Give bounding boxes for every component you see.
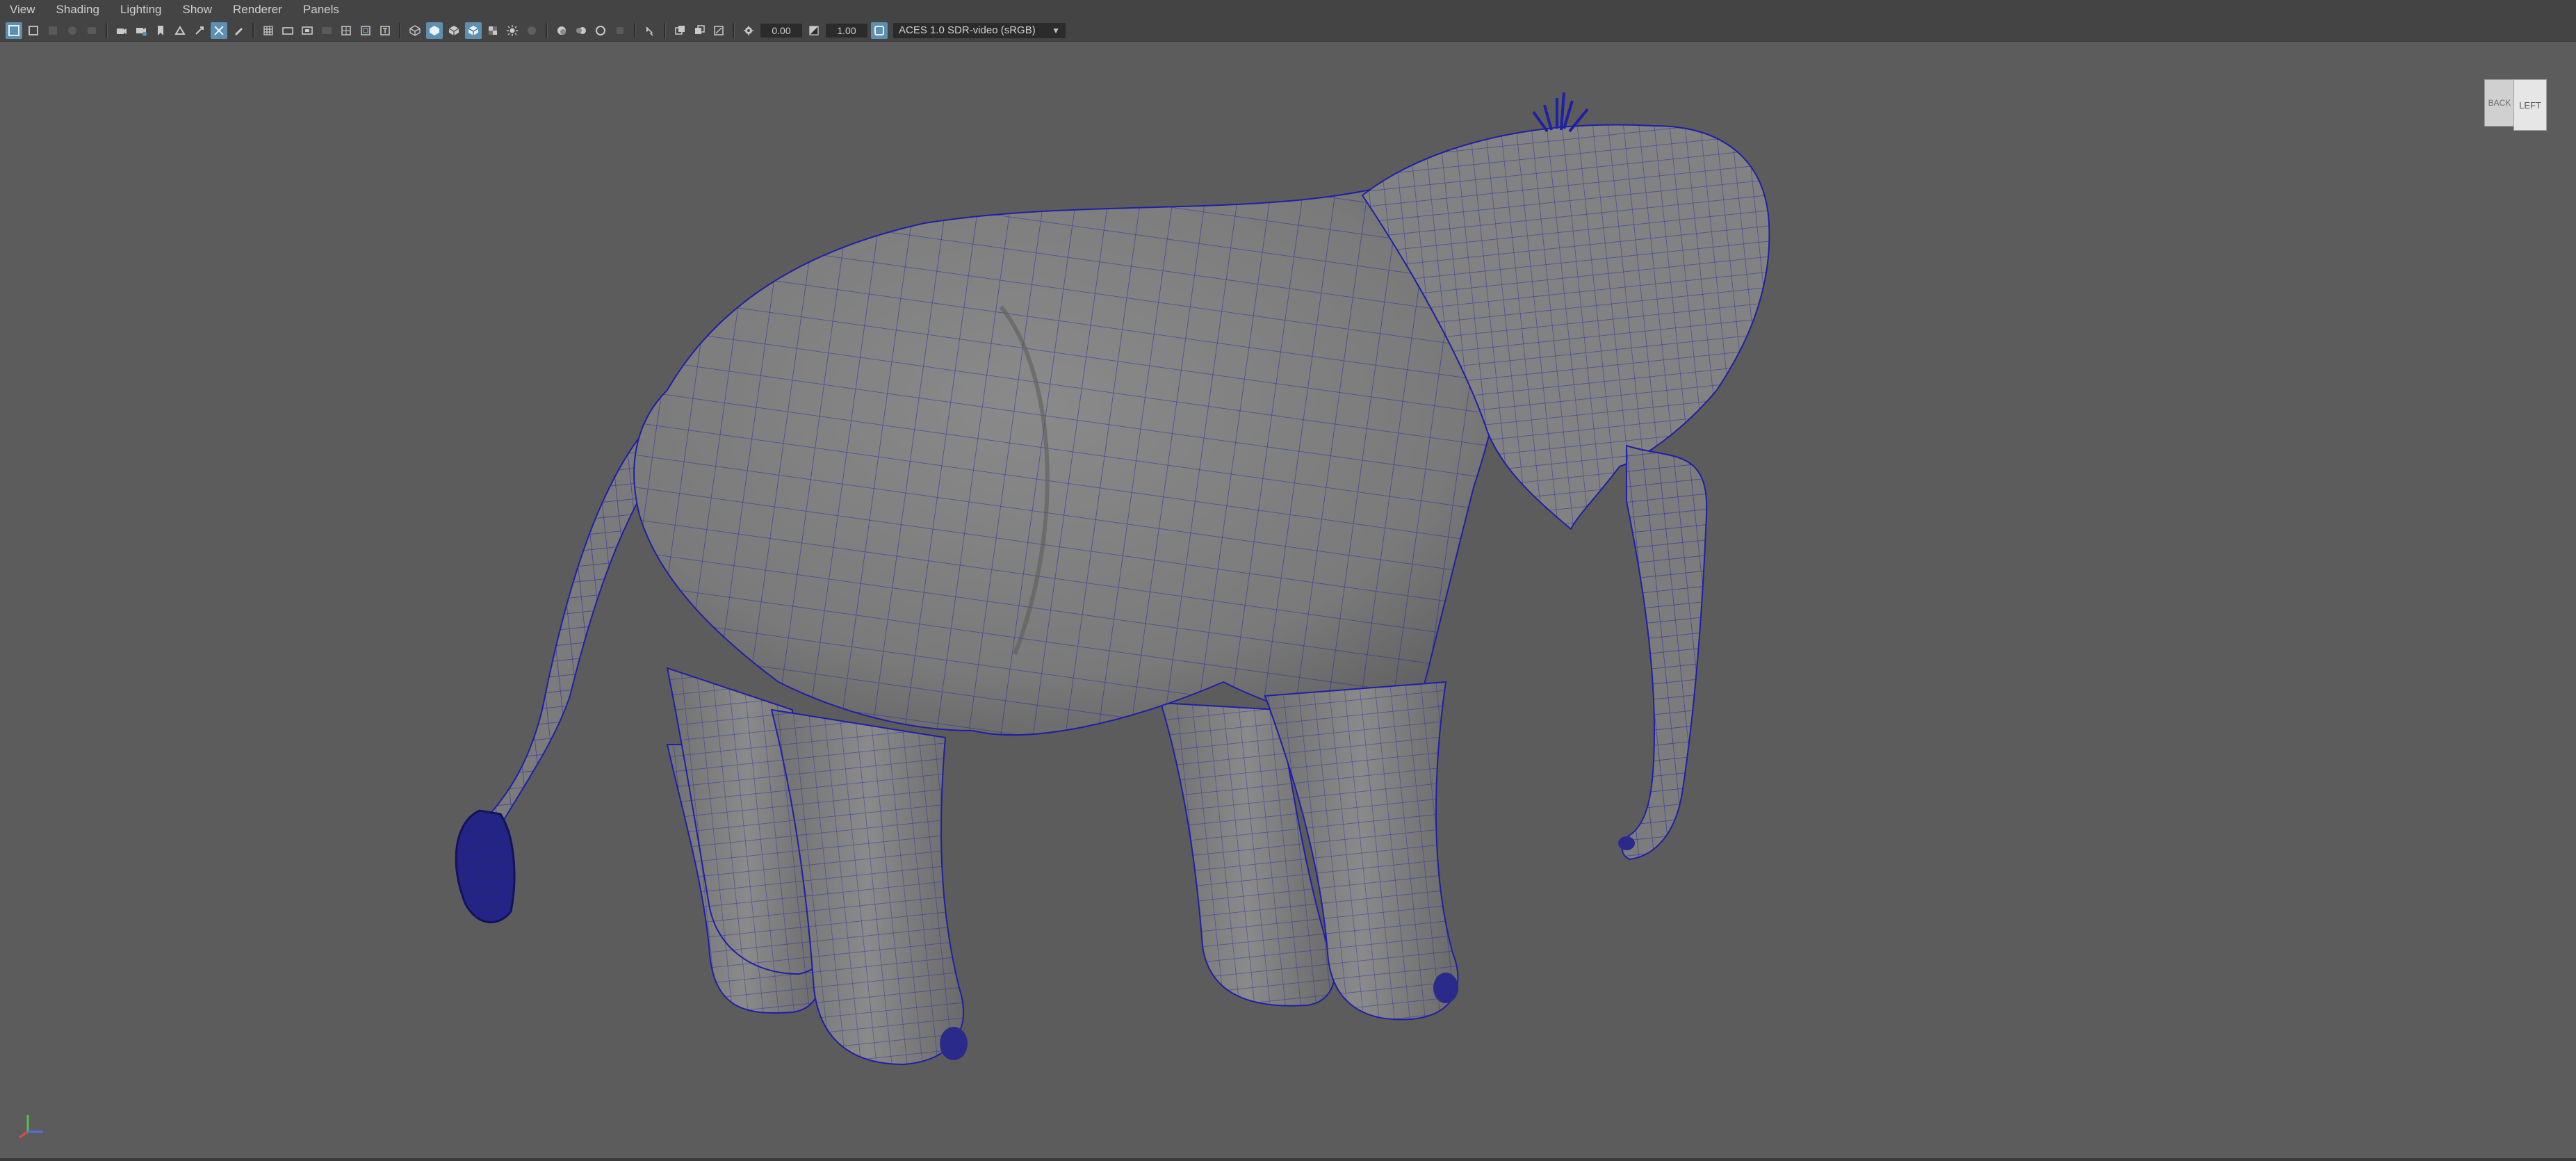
elephant-trunk (1618, 444, 1708, 861)
toolbar-separator (634, 22, 636, 38)
undo-view-icon[interactable] (83, 22, 100, 39)
menu-shading[interactable]: Shading (46, 0, 110, 19)
two-d-pan-zoom-icon[interactable] (191, 22, 208, 39)
menu-lighting[interactable]: Lighting (110, 0, 172, 19)
toolbar-separator (664, 22, 666, 38)
toolbar-separator (546, 22, 548, 38)
select-object-icon[interactable] (25, 22, 42, 39)
camera-attributes-icon[interactable] (133, 22, 149, 39)
gamma-field[interactable]: 1.00 (826, 23, 867, 38)
gamma-icon[interactable] (806, 22, 822, 39)
view-cube-back-face[interactable]: BACK (2484, 79, 2515, 127)
wireframe-icon[interactable] (407, 22, 423, 39)
hud-icon[interactable] (671, 22, 688, 39)
colorspace-icon[interactable] (871, 22, 888, 39)
menu-show[interactable]: Show (172, 0, 223, 19)
view-cube[interactable]: BACK LEFT (2484, 79, 2548, 135)
select-mode-icon[interactable] (6, 22, 22, 39)
safe-action-icon[interactable] (357, 22, 374, 39)
ssao-icon[interactable] (710, 22, 727, 39)
multi-sample-icon[interactable] (691, 22, 708, 39)
chevron-down-icon: ▼ (1052, 25, 1060, 35)
motion-blur-icon[interactable] (573, 22, 589, 39)
safe-title-icon[interactable] (377, 22, 393, 39)
colorspace-value: ACES 1.0 SDR-video (sRGB) (899, 24, 1036, 36)
menu-panels[interactable]: Panels (293, 0, 350, 19)
resolution-gate-icon[interactable] (299, 22, 316, 39)
xray-icon[interactable] (484, 22, 501, 39)
scene-canvas (455, 92, 1770, 1066)
gate-mask-icon[interactable] (318, 22, 335, 39)
maya-viewport-app: View Shading Lighting Show Renderer Pane… (0, 0, 2576, 1161)
bookmark-icon[interactable] (152, 22, 169, 39)
ambient-occlusion-icon[interactable] (553, 22, 570, 39)
isolate-select-icon[interactable] (642, 22, 658, 39)
toolbar-separator (399, 22, 401, 38)
view-cube-left-face[interactable]: LEFT (2513, 79, 2547, 131)
shadows-icon[interactable] (523, 22, 540, 39)
menu-renderer[interactable]: Renderer (222, 0, 293, 19)
colorspace-dropdown[interactable]: ACES 1.0 SDR-video (sRGB) ▼ (893, 22, 1066, 38)
elephant-model[interactable] (455, 92, 1770, 1066)
exposure-field[interactable]: 0.00 (760, 23, 802, 38)
wireframe-on-shaded-icon[interactable] (465, 22, 482, 39)
3d-viewport[interactable]: BACK LEFT (0, 42, 2576, 1158)
select-camera-icon[interactable] (113, 22, 130, 39)
grid-icon[interactable] (260, 22, 277, 39)
toolbar-separator (106, 22, 108, 38)
toolbar-separator (733, 22, 735, 38)
elephant-body (633, 181, 1512, 736)
camera-pivot-icon[interactable] (64, 22, 81, 39)
panel-toolbar: 0.00 1.00 ACES 1.0 SDR-video (sRGB) ▼ (0, 19, 2576, 42)
film-gate-icon[interactable] (279, 22, 296, 39)
field-chart-icon[interactable] (338, 22, 354, 39)
exposure-icon[interactable] (740, 22, 757, 39)
textured-icon[interactable] (446, 22, 462, 39)
anti-aliasing-icon[interactable] (592, 22, 609, 39)
smooth-shade-icon[interactable] (426, 22, 443, 39)
axis-gizmo-icon (19, 1115, 43, 1139)
pencil-icon[interactable] (230, 22, 247, 39)
image-plane-icon[interactable] (172, 22, 188, 39)
grease-pencil-icon[interactable] (211, 22, 227, 39)
viewport-bottom-border (0, 1158, 2576, 1161)
menu-view[interactable]: View (0, 0, 46, 19)
lights-icon[interactable] (504, 22, 521, 39)
depth-of-field-icon[interactable] (612, 22, 628, 39)
panel-menu-bar: View Shading Lighting Show Renderer Pane… (0, 0, 2576, 19)
toolbar-separator (252, 22, 254, 38)
lock-camera-icon[interactable] (44, 22, 61, 39)
